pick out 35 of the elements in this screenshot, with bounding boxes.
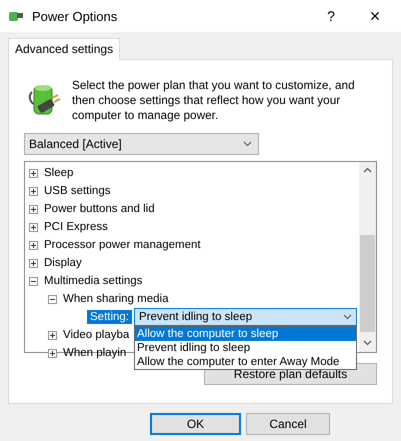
setting-label: Setting:: [87, 310, 132, 324]
expand-icon[interactable]: [29, 204, 38, 214]
tree-item[interactable]: Sleep: [44, 167, 74, 179]
tree-item[interactable]: Display: [44, 257, 82, 269]
tree-item[interactable]: Video playba: [63, 329, 130, 341]
tree-item[interactable]: Power buttons and lid: [44, 203, 155, 215]
expand-icon[interactable]: [29, 186, 38, 196]
dropdown-option[interactable]: Allow the computer to sleep: [135, 327, 356, 341]
expand-icon[interactable]: [29, 222, 38, 232]
expand-icon[interactable]: [48, 330, 57, 340]
intro-text: Select the power plan that you want to customize, and then choose settings that reflect how you want your computer to manage power.: [72, 78, 356, 123]
close-button[interactable]: ×: [357, 6, 393, 26]
window-title: Power Options: [32, 8, 118, 24]
caret-icon: [343, 314, 352, 320]
expand-icon[interactable]: [29, 168, 38, 178]
tree-item[interactable]: When playin: [63, 347, 126, 359]
cancel-button[interactable]: Cancel: [246, 413, 330, 435]
expand-icon[interactable]: [29, 258, 38, 268]
tree-item[interactable]: USB settings: [44, 185, 110, 197]
scrollbar[interactable]: [359, 162, 376, 352]
plug-icon: [8, 9, 24, 23]
caret-icon: [243, 141, 252, 147]
tree-item[interactable]: PCI Express: [44, 221, 108, 233]
collapse-icon[interactable]: [48, 294, 57, 304]
collapse-icon[interactable]: [29, 276, 38, 286]
ok-button[interactable]: OK: [150, 413, 241, 435]
tree-item[interactable]: Processor power management: [44, 239, 201, 251]
tree-item[interactable]: Multimedia settings: [44, 275, 142, 287]
tree-item[interactable]: When sharing media: [63, 293, 168, 305]
help-button[interactable]: ?: [313, 8, 349, 24]
plan-dropdown[interactable]: Balanced [Active]: [24, 133, 259, 155]
setting-dropdown[interactable]: Prevent idling to sleep: [134, 308, 357, 326]
expand-icon[interactable]: [29, 240, 38, 250]
expand-icon[interactable]: [48, 348, 57, 358]
tab[interactable]: Advanced settings: [8, 38, 120, 60]
